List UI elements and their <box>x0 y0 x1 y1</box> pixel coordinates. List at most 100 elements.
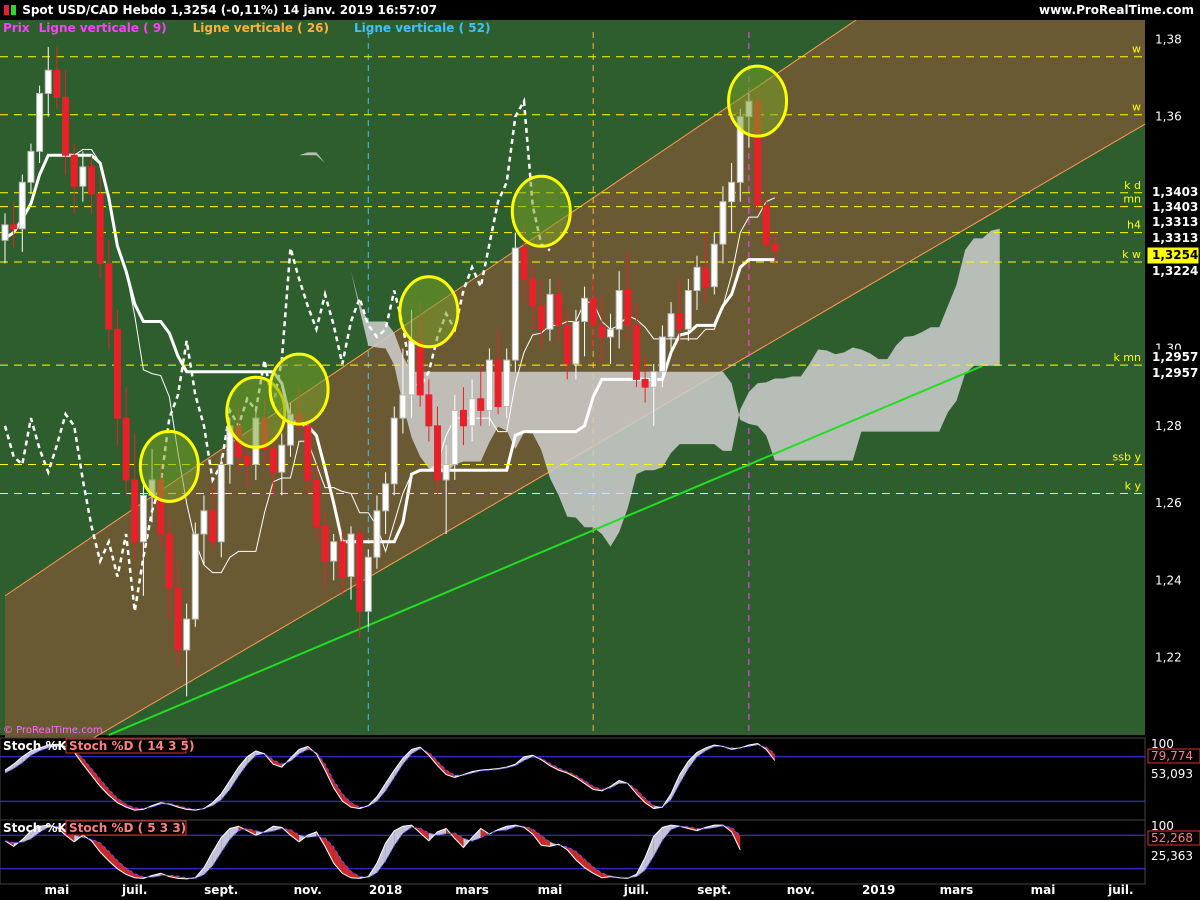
price-badge-label: 1,3224 <box>1152 264 1198 278</box>
candle-body <box>719 201 727 245</box>
x-tick-label: 2019 <box>862 883 895 897</box>
candle-body <box>555 293 563 326</box>
candle-body <box>88 166 95 195</box>
candle-body <box>338 541 346 578</box>
candle-body <box>624 290 632 326</box>
candle-body <box>494 359 502 407</box>
candle-body <box>728 181 736 203</box>
stoch-14-3-5-k-title: Stoch %K <box>3 739 67 753</box>
candle-body <box>382 483 390 512</box>
x-tick-label: mars <box>455 883 489 897</box>
price-badge-label: 1,2957 <box>1152 366 1198 380</box>
candle-body <box>442 463 450 481</box>
candle-body <box>1 224 9 241</box>
candle-body <box>451 409 459 465</box>
candle-body <box>563 324 571 365</box>
candle-body <box>312 479 320 527</box>
candle-body <box>53 69 61 98</box>
stoch-5-3-3-readout-d: 25,363 <box>1151 849 1193 863</box>
brand-link[interactable]: www.ProRealTime.com <box>1039 3 1194 17</box>
level-label: k d <box>1124 179 1141 192</box>
stoch-5-3-3-d-title: Stoch %D ( 5 3 3) <box>69 821 186 835</box>
x-tick-label: mai <box>1031 883 1056 897</box>
candle-body <box>44 69 52 94</box>
level-label: w <box>1132 101 1141 114</box>
y-tick-label: 1,28 <box>1155 419 1182 433</box>
candle-body <box>304 425 312 481</box>
x-tick-label: juil. <box>121 883 147 897</box>
candle-body <box>373 510 381 558</box>
watermark: © ProRealTime.com <box>3 725 103 736</box>
x-tick-label: mars <box>940 883 974 897</box>
candle-body <box>434 425 441 481</box>
candle-body <box>165 533 173 589</box>
x-tick-label: sept. <box>697 883 731 897</box>
candle-body <box>10 224 18 230</box>
candle-body <box>269 448 277 473</box>
candle-body <box>485 359 493 411</box>
legend-entry: Prix <box>3 21 30 35</box>
candle-body <box>347 533 355 578</box>
x-tick-label: 2018 <box>369 883 402 897</box>
price-badge-label: 1,2957 <box>1152 350 1198 364</box>
usdcad-weekly-chart[interactable]: w w k dmn h4 k w k mn ssb y k y Prix Ligne vertic… <box>0 20 1200 900</box>
y-tick-label: 1,26 <box>1155 496 1182 510</box>
candle-body <box>511 247 519 361</box>
level-label: k w <box>1122 248 1141 261</box>
candle-body <box>209 510 217 543</box>
candle-body <box>105 262 113 330</box>
legend-entry: Ligne verticale ( 9) <box>39 21 167 35</box>
level-label: k mn <box>1113 351 1141 364</box>
candle-body <box>70 154 78 187</box>
x-tick-label: nov. <box>787 883 815 897</box>
candle-body <box>364 556 372 612</box>
candle-body <box>710 243 718 288</box>
candle-body <box>321 525 329 562</box>
stoch-14-3-5-readout-k: 79,774 <box>1151 749 1193 763</box>
price-badge-label: 1,3313 <box>1152 215 1198 229</box>
candle-body <box>581 297 589 322</box>
price-badge-label: 1,3254 <box>1152 248 1198 262</box>
candle-body <box>131 479 139 543</box>
price-badge-label: 1,3313 <box>1152 231 1198 245</box>
instrument-title: Spot USD/CAD Hebdo 1,3254 (-0,11%) 14 ja… <box>22 3 438 17</box>
candle-body <box>79 166 87 187</box>
candle-body <box>771 243 779 251</box>
candle-body <box>139 494 147 543</box>
flag-icon <box>4 5 9 15</box>
level-label: mn <box>1123 193 1141 206</box>
stoch-5-3-3-readout-k: 52,268 <box>1151 831 1193 845</box>
candle-body <box>278 444 286 473</box>
candle-body <box>356 533 364 612</box>
candle-body <box>425 394 433 427</box>
candle-body <box>477 398 485 411</box>
title-bar: Spot USD/CAD Hebdo 1,3254 (-0,11%) 14 ja… <box>0 0 1200 20</box>
candle-body <box>191 533 199 620</box>
level-label: ssb y <box>1113 450 1142 463</box>
highlight-circle <box>398 275 460 349</box>
candle-body <box>607 328 614 338</box>
candle-body <box>658 336 666 373</box>
flag-icon <box>11 5 16 15</box>
candle-body <box>503 359 511 407</box>
candle-body <box>113 328 121 419</box>
candle-body <box>684 290 692 330</box>
candle-body <box>62 96 70 156</box>
highlight-circle <box>727 64 789 138</box>
candle-body <box>183 618 191 651</box>
candle-body <box>702 266 710 288</box>
price-badge-label: 1,3403 <box>1152 185 1198 199</box>
stoch-5-3-3-k-title: Stoch %K <box>3 821 67 835</box>
candle-body <box>615 290 623 330</box>
x-tick-label: sept. <box>204 883 238 897</box>
x-tick-label: mai <box>538 883 563 897</box>
highlight-circle <box>268 352 330 426</box>
candle-body <box>468 398 476 427</box>
candle-body <box>529 278 537 307</box>
stoch-14-3-5-d-title: Stoch %D ( 14 3 5) <box>69 739 195 753</box>
x-tick-label: mai <box>45 883 70 897</box>
candle-body <box>641 378 649 388</box>
candle-body <box>546 293 554 330</box>
candle-body <box>676 313 684 330</box>
legend-entry: Ligne verticale ( 26) <box>193 21 329 35</box>
